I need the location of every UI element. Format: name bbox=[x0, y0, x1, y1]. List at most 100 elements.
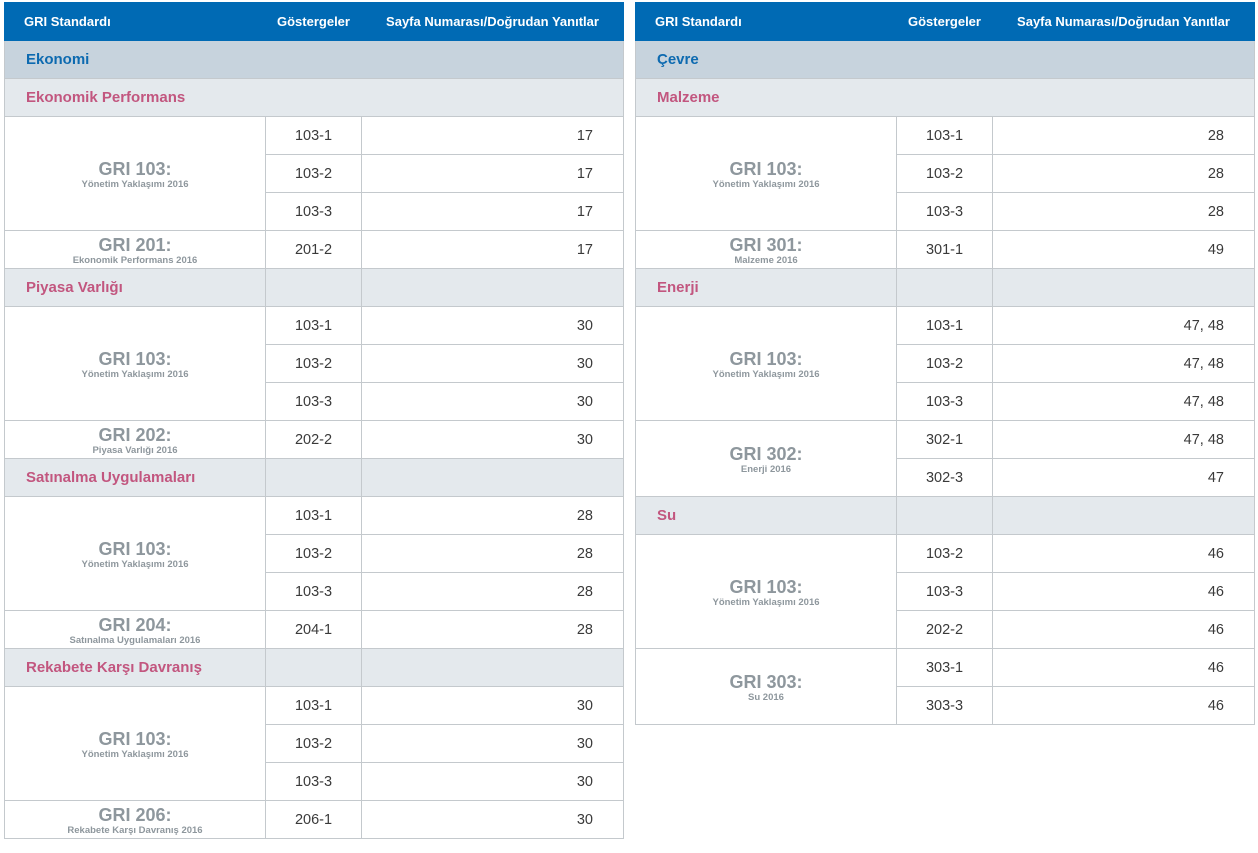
standard-code: GRI 103: bbox=[98, 158, 172, 179]
standard-cell: GRI 206: Rekabete Karşı Davranış 2016 bbox=[4, 800, 266, 839]
section-empty-cell bbox=[265, 648, 362, 687]
standard-code: GRI 103: bbox=[729, 576, 803, 597]
section-row: Ekonomik Performans bbox=[4, 78, 624, 117]
indicator-cell: 103-1 bbox=[265, 686, 362, 725]
section-title: Piyasa Varlığı bbox=[4, 268, 266, 307]
standard-code: GRI 103: bbox=[729, 348, 803, 369]
indicator-cell: 103-1 bbox=[265, 116, 362, 155]
table-row: GRI 303: Su 2016 303-1 46 bbox=[635, 648, 1255, 725]
category-row: Ekonomi bbox=[4, 40, 624, 79]
standard-cell: GRI 103: Yönetim Yaklaşımı 2016 bbox=[635, 306, 897, 421]
page-cell: 17 bbox=[361, 230, 624, 269]
indicator-cell: 103-3 bbox=[896, 192, 993, 231]
section-row: Satınalma Uygulamaları bbox=[4, 458, 624, 497]
standard-name: Su 2016 bbox=[748, 691, 784, 703]
table-row: GRI 103: Yönetim Yaklaşımı 2016 103-1 30 bbox=[4, 306, 624, 421]
section-empty-cell bbox=[361, 648, 624, 687]
indicator-cell: 103-2 bbox=[265, 534, 362, 573]
page-cell: 47, 48 bbox=[992, 420, 1255, 459]
standard-name: Enerji 2016 bbox=[740, 463, 792, 475]
indicator-cell: 103-2 bbox=[265, 724, 362, 763]
page-cell: 49 bbox=[992, 230, 1255, 269]
standard-code: GRI 103: bbox=[98, 728, 172, 749]
gri-table-cevre: GRI Standardı Göstergeler Sayfa Numarası… bbox=[635, 2, 1255, 725]
table-row: GRI 301: Malzeme 2016 301-1 49 bbox=[635, 230, 1255, 269]
standard-name: Yönetim Yaklaşımı 2016 bbox=[712, 368, 820, 380]
page-cell: 28 bbox=[992, 192, 1255, 231]
standard-code: GRI 204: bbox=[98, 614, 172, 635]
section-empty-cell bbox=[992, 268, 1255, 307]
section-empty-cell bbox=[896, 268, 993, 307]
header-pages: Sayfa Numarası/Doğrudan Yanıtlar bbox=[361, 2, 624, 41]
page-cell: 47, 48 bbox=[992, 344, 1255, 383]
standard-cell: GRI 103: Yönetim Yaklaşımı 2016 bbox=[635, 534, 897, 649]
header-standard: GRI Standardı bbox=[635, 2, 897, 41]
indicator-cell: 302-1 bbox=[896, 420, 993, 459]
standard-name: Rekabete Karşı Davranış 2016 bbox=[67, 824, 203, 836]
standard-cell: GRI 303: Su 2016 bbox=[635, 648, 897, 725]
standard-cell: GRI 302: Enerji 2016 bbox=[635, 420, 897, 497]
standard-code: GRI 302: bbox=[729, 443, 803, 464]
standard-cell: GRI 103: Yönetim Yaklaşımı 2016 bbox=[635, 116, 897, 231]
section-title: Satınalma Uygulamaları bbox=[4, 458, 266, 497]
table-header-row: GRI Standardı Göstergeler Sayfa Numarası… bbox=[635, 2, 1255, 41]
standard-cell: GRI 201: Ekonomik Performans 2016 bbox=[4, 230, 266, 269]
page-cell: 28 bbox=[361, 534, 624, 573]
standard-code: GRI 103: bbox=[98, 538, 172, 559]
standard-code: GRI 206: bbox=[98, 804, 172, 825]
indicator-cell: 204-1 bbox=[265, 610, 362, 649]
section-row: Rekabete Karşı Davranış bbox=[4, 648, 624, 687]
page-cell: 28 bbox=[361, 572, 624, 611]
gri-table-ekonomi: GRI Standardı Göstergeler Sayfa Numarası… bbox=[4, 2, 624, 839]
page-cell: 28 bbox=[992, 154, 1255, 193]
page-cell: 30 bbox=[361, 344, 624, 383]
table-row: GRI 103: Yönetim Yaklaşımı 2016 103-1 28 bbox=[635, 116, 1255, 231]
section-title: Su bbox=[635, 496, 897, 535]
indicator-cell: 201-2 bbox=[265, 230, 362, 269]
section-empty-cell bbox=[265, 458, 362, 497]
standard-name: Yönetim Yaklaşımı 2016 bbox=[81, 558, 189, 570]
standard-code: GRI 201: bbox=[98, 234, 172, 255]
section-row: Malzeme bbox=[635, 78, 1255, 117]
standard-code: GRI 301: bbox=[729, 234, 803, 255]
indicator-cell: 303-3 bbox=[896, 686, 993, 725]
standard-name: Piyasa Varlığı 2016 bbox=[92, 444, 178, 456]
standard-cell: GRI 103: Yönetim Yaklaşımı 2016 bbox=[4, 686, 266, 801]
indicator-cell: 103-2 bbox=[896, 534, 993, 573]
page-cell: 47 bbox=[992, 458, 1255, 497]
page-cell: 30 bbox=[361, 762, 624, 801]
standard-code: GRI 103: bbox=[729, 158, 803, 179]
indicator-cell: 103-1 bbox=[265, 306, 362, 345]
standard-cell: GRI 301: Malzeme 2016 bbox=[635, 230, 897, 269]
indicator-cell: 103-1 bbox=[896, 116, 993, 155]
left-table-panel: GRI Standardı Göstergeler Sayfa Numarası… bbox=[4, 2, 624, 839]
table-row: GRI 206: Rekabete Karşı Davranış 2016 20… bbox=[4, 800, 624, 839]
standard-code: GRI 303: bbox=[729, 671, 803, 692]
indicator-cell: 103-2 bbox=[265, 154, 362, 193]
indicator-cell: 206-1 bbox=[265, 800, 362, 839]
standard-code: GRI 103: bbox=[98, 348, 172, 369]
standard-cell: GRI 202: Piyasa Varlığı 2016 bbox=[4, 420, 266, 459]
page-cell: 30 bbox=[361, 724, 624, 763]
indicator-cell: 202-2 bbox=[265, 420, 362, 459]
table-row: GRI 202: Piyasa Varlığı 2016 202-2 30 bbox=[4, 420, 624, 459]
page-cell: 30 bbox=[361, 382, 624, 421]
standard-name: Satınalma Uygulamaları 2016 bbox=[69, 634, 201, 646]
table-row: GRI 103: Yönetim Yaklaşımı 2016 103-2 46 bbox=[635, 534, 1255, 649]
page-cell: 28 bbox=[361, 610, 624, 649]
indicator-cell: 103-3 bbox=[265, 572, 362, 611]
page-cell: 28 bbox=[361, 496, 624, 535]
section-empty-cell bbox=[361, 458, 624, 497]
indicator-cell: 103-1 bbox=[896, 306, 993, 345]
section-empty-cell bbox=[361, 268, 624, 307]
page-cell: 30 bbox=[361, 686, 624, 725]
header-standard: GRI Standardı bbox=[4, 2, 266, 41]
table-row: GRI 103: Yönetim Yaklaşımı 2016 103-1 17 bbox=[4, 116, 624, 231]
standard-cell: GRI 103: Yönetim Yaklaşımı 2016 bbox=[4, 116, 266, 231]
section-empty-cell bbox=[265, 268, 362, 307]
standard-name: Ekonomik Performans 2016 bbox=[72, 254, 198, 266]
indicator-cell: 103-2 bbox=[896, 154, 993, 193]
table-row: GRI 103: Yönetim Yaklaşımı 2016 103-1 47… bbox=[635, 306, 1255, 421]
standard-name: Yönetim Yaklaşımı 2016 bbox=[712, 178, 820, 190]
standard-code: GRI 202: bbox=[98, 424, 172, 445]
